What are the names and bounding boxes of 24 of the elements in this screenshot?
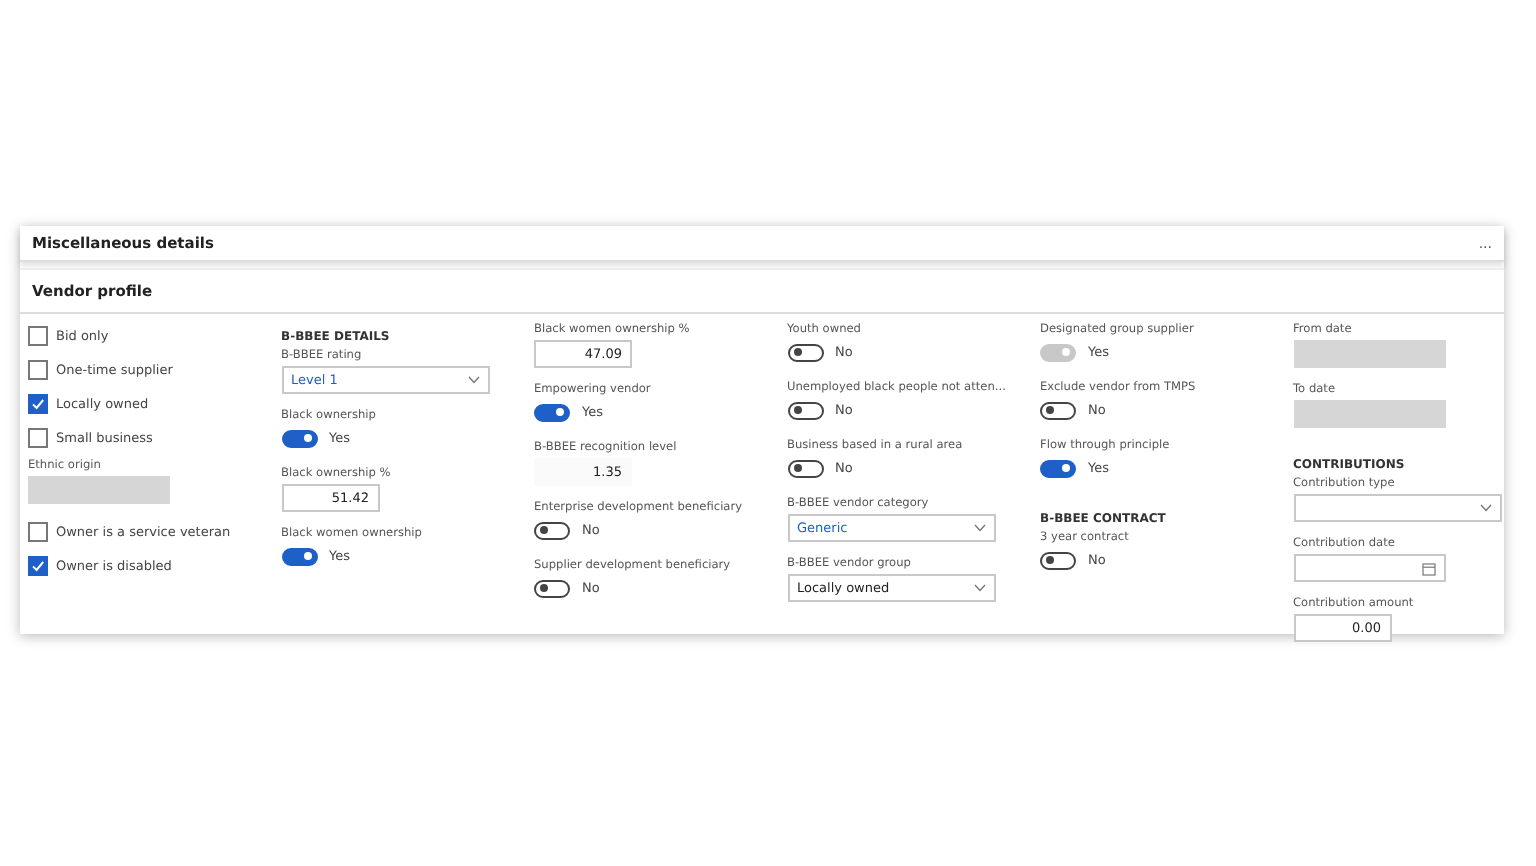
chevron-down-icon bbox=[467, 376, 479, 384]
calendar-icon bbox=[1421, 561, 1435, 575]
toggle-switch[interactable] bbox=[787, 459, 823, 477]
chevron-down-icon bbox=[973, 584, 985, 592]
toggle-switch[interactable] bbox=[281, 429, 317, 447]
date-field[interactable] bbox=[1293, 554, 1445, 582]
checkbox[interactable] bbox=[28, 428, 48, 448]
toggle-switch[interactable] bbox=[787, 343, 823, 361]
chevron-down-icon bbox=[973, 524, 985, 532]
toggle-switch[interactable] bbox=[787, 401, 823, 419]
toggle-switch[interactable] bbox=[534, 403, 570, 421]
toggle-switch[interactable] bbox=[534, 579, 570, 597]
checkbox[interactable] bbox=[28, 326, 48, 346]
toggle-switch[interactable] bbox=[281, 547, 317, 565]
checkbox[interactable] bbox=[28, 556, 48, 576]
toggle-switch[interactable] bbox=[1040, 459, 1076, 477]
toggle-switch[interactable] bbox=[534, 521, 570, 539]
checkbox[interactable] bbox=[28, 522, 48, 542]
checkbox[interactable] bbox=[28, 394, 48, 414]
dropdown-field[interactable] bbox=[1293, 494, 1501, 522]
chevron-down-icon bbox=[1479, 504, 1491, 512]
toggle-switch[interactable] bbox=[1040, 401, 1076, 419]
checkbox[interactable] bbox=[28, 360, 48, 380]
toggle-switch[interactable] bbox=[1040, 551, 1076, 569]
